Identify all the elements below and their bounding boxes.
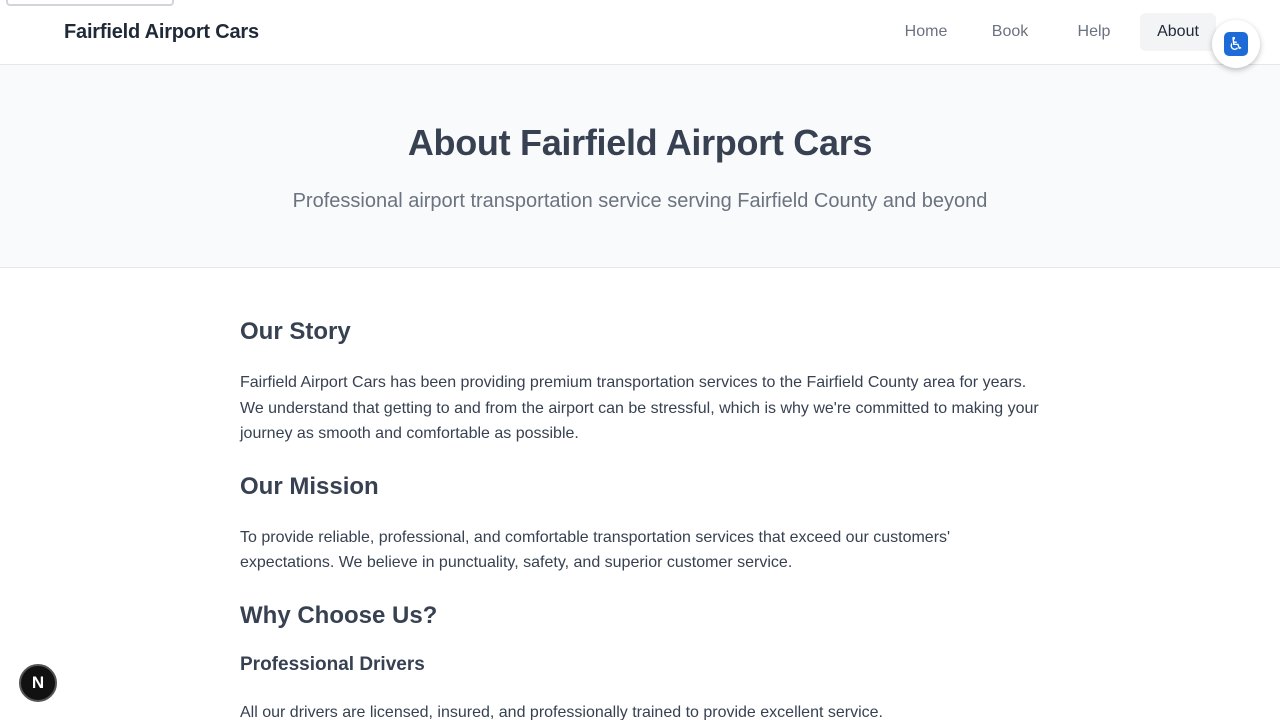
nav-book[interactable]: Book (972, 13, 1048, 51)
nav-help[interactable]: Help (1056, 13, 1132, 51)
site-header: Fairfield Airport Cars Home Book Help Ab… (0, 0, 1280, 65)
story-body: Fairfield Airport Cars has been providin… (240, 374, 1039, 443)
nav-home[interactable]: Home (888, 13, 964, 51)
mission-heading: Our Mission (240, 472, 379, 500)
mission-body: To provide reliable, professional, and c… (240, 528, 951, 572)
drivers-heading: Professional Drivers (240, 653, 425, 675)
skip-link-tab[interactable] (6, 0, 174, 6)
drivers-body: All our drivers are licensed, insured, a… (240, 703, 883, 720)
why-heading: Why Choose Us? (240, 601, 438, 629)
wheelchair-icon: ♿ (1224, 32, 1248, 56)
accessibility-button[interactable]: ♿ (1212, 20, 1260, 68)
brand-logo-text[interactable]: Fairfield Airport Cars (64, 21, 259, 44)
story-heading: Our Story (240, 318, 351, 345)
hero-section: About Fairfield Airport Cars Professiona… (0, 65, 1280, 268)
nav-about[interactable]: About (1140, 13, 1216, 51)
main-nav: Home Book Help About (888, 13, 1216, 51)
page-title: About Fairfield Airport Cars (407, 122, 873, 163)
page-subtitle: Professional airport transportation serv… (292, 190, 988, 212)
nextjs-icon[interactable]: N (19, 664, 57, 702)
main-content: Our Story Fairfield Airport Cars has bee… (240, 268, 1040, 720)
